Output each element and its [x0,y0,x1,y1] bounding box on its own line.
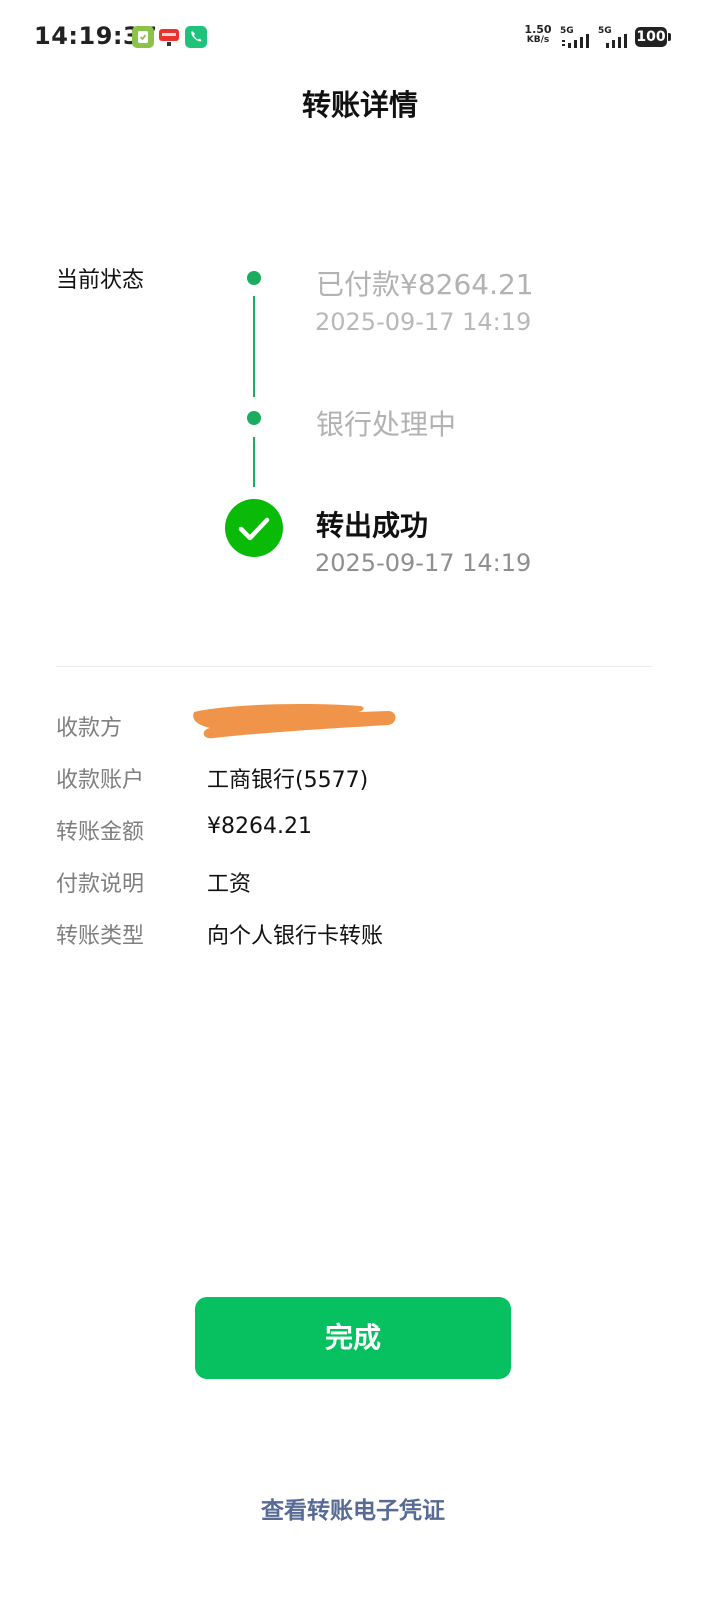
phone-app-icon [185,26,207,48]
shopping-app-icon [158,26,180,48]
transfer-amount-label: 转账金额 [56,820,145,845]
signal-strength-sim2-icon: 5G [598,26,630,48]
page-title: 转账详情 [301,88,418,122]
step-success-title: 转出成功 [316,509,429,542]
success-check-icon [225,499,283,557]
signal-strength-sim1-icon: 5G [560,26,592,48]
payment-note-value: 工资 [207,872,252,897]
timeline-dot-processing [247,411,261,425]
transfer-amount-value: ¥8264.21 [207,814,312,839]
step-paid-time: 2025-09-17 14:19 [315,308,532,336]
payee-label: 收款方 [56,716,123,741]
status-bar: 14:19:37 1.50 KB/s 5G 5G 100 [0,0,720,78]
battery-icon: 100 [635,27,671,47]
view-e-voucher-link[interactable]: 查看转账电子凭证 [0,1491,706,1525]
task-app-icon [132,26,154,48]
transfer-detail-screen: 14:19:37 1.50 KB/s 5G 5G 100 转账详情 当前状态 已… [0,0,720,1600]
timeline-connector [253,437,255,487]
payee-account-value: 工商银行(5577) [207,768,369,793]
step-success-time: 2025-09-17 14:19 [315,549,532,577]
network-speed: 1.50 KB/s [524,23,552,45]
timeline-dot-paid [247,271,261,285]
step-paid-title: 已付款¥8264.21 [316,268,534,301]
timeline-connector [253,296,255,397]
section-divider [56,666,652,667]
payment-note-label: 付款说明 [56,872,145,897]
done-button[interactable]: 完成 [195,1297,511,1379]
payee-account-label: 收款账户 [56,768,145,793]
transfer-type-value: 向个人银行卡转账 [207,924,384,949]
payee-name-redaction [188,698,400,748]
transfer-type-label: 转账类型 [56,924,145,949]
current-status-label: 当前状态 [56,268,145,293]
step-processing-title: 银行处理中 [316,408,457,441]
